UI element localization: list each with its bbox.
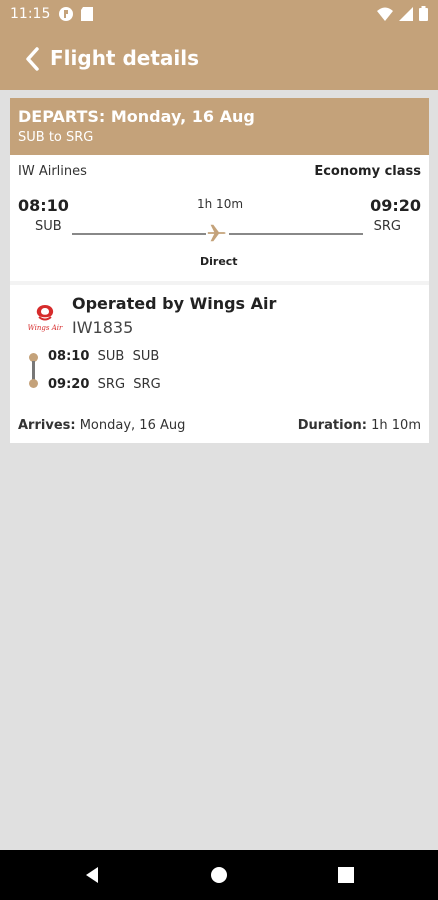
arrival-time: 09:20 (370, 196, 421, 215)
duration-value: 1h 10m (371, 418, 421, 433)
battery-icon (419, 6, 428, 21)
segment-connector (32, 361, 35, 381)
system-nav-bar (0, 850, 438, 900)
departs-date: Monday, 16 Aug (110, 107, 255, 126)
segment-code: SRG (97, 377, 126, 392)
class-label: Economy class (314, 164, 421, 179)
route-text: SUB to SRG (18, 130, 94, 145)
segment-row: 09:20 SRG SRG (48, 377, 161, 392)
departs-label: DEPARTS: (18, 107, 106, 126)
airplane-icon (207, 224, 226, 242)
sd-card-icon (81, 7, 93, 21)
segment-name: SUB (132, 349, 160, 364)
nav-home-icon[interactable] (209, 865, 229, 885)
status-bar: 11:15 (0, 0, 438, 30)
flight-duration: 1h 10m (197, 197, 244, 211)
flight-number: IW1835 (72, 318, 134, 337)
nav-recents-icon[interactable] (336, 865, 356, 885)
airline-name: IW Airlines (18, 164, 87, 179)
departure-time: 08:10 (18, 196, 69, 215)
svg-text:Wings Air: Wings Air (28, 324, 63, 332)
arrives-value: Monday, 16 Aug (79, 418, 186, 433)
segment-name: SRG (133, 377, 161, 392)
status-left-icons (58, 6, 94, 22)
wings-air-logo: Wings Air (28, 305, 63, 332)
nav-back-icon[interactable] (82, 865, 102, 885)
status-right-icons (377, 6, 428, 21)
flight-card: DEPARTS: Monday, 16 Aug SUB to SRG IW Ai… (10, 98, 429, 443)
status-time: 11:15 (10, 6, 51, 22)
operated-by: Operated by Wings Air (72, 294, 277, 313)
arrival-code: SRG (373, 219, 401, 234)
back-arrow-icon[interactable] (18, 44, 48, 74)
departs-line: DEPARTS: Monday, 16 Aug (18, 107, 255, 126)
departure-code: SUB (35, 219, 62, 234)
duration-info: Duration: 1h 10m (298, 418, 421, 433)
signal-icon (399, 6, 413, 21)
departs-header: DEPARTS: Monday, 16 Aug SUB to SRG (10, 98, 429, 155)
segment-time: 08:10 (48, 349, 90, 364)
route-line-left (72, 233, 206, 235)
page-title: Flight details (50, 46, 200, 70)
stops-label: Direct (200, 255, 238, 268)
route-line-right (229, 233, 363, 235)
duration-label: Duration: (297, 418, 367, 433)
arrives-info: Arrives: Monday, 16 Aug (18, 418, 185, 433)
app-bar: Flight details (0, 30, 438, 90)
segment-row: 08:10 SUB SUB (48, 349, 159, 364)
wifi-icon (377, 7, 393, 21)
divider (10, 281, 429, 285)
arrives-label: Arrives: (18, 418, 76, 433)
notification-p-icon (59, 7, 73, 21)
segment-end-dot (29, 379, 38, 388)
segment-code: SUB (97, 349, 125, 364)
segment-time: 09:20 (48, 377, 90, 392)
